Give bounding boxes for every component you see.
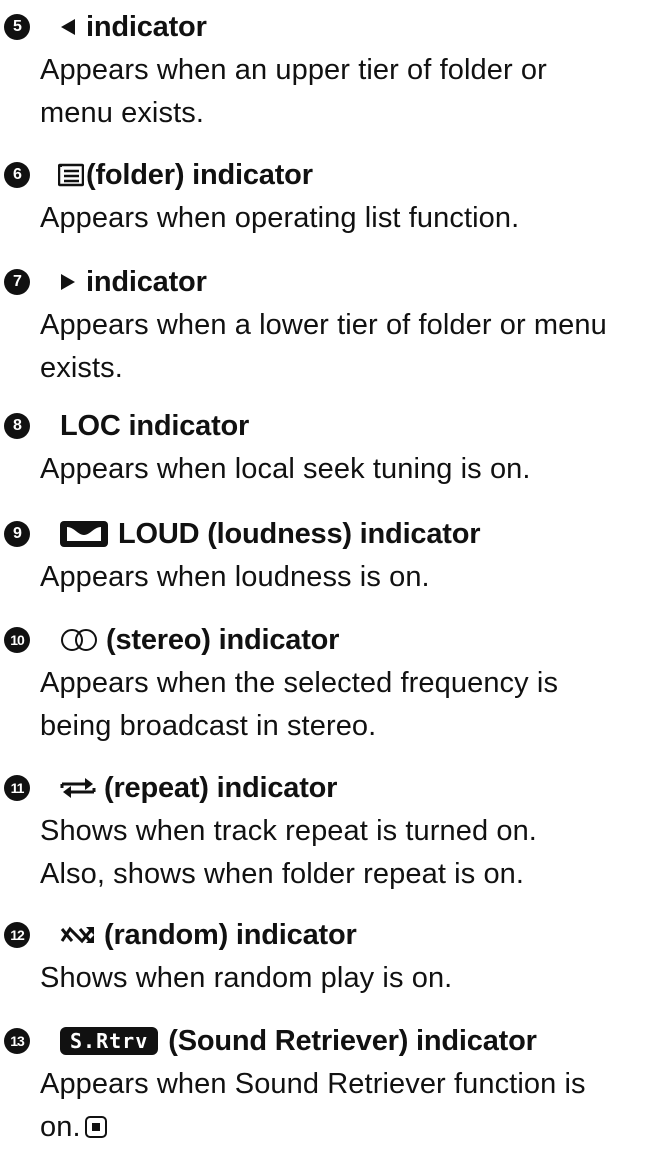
end-of-section-icon bbox=[84, 1116, 107, 1138]
heading-text: (random) indicator bbox=[104, 918, 357, 951]
right-triangle-icon bbox=[60, 273, 76, 291]
description-line: Appears when the selected frequency is bbox=[40, 667, 559, 699]
number-badge: 12 bbox=[4, 922, 30, 948]
heading-text: LOUD (loudness) indicator bbox=[118, 517, 481, 550]
entry-heading: 5 indicator bbox=[4, 9, 207, 45]
heading-text: LOC indicator bbox=[60, 409, 250, 442]
entry-heading: 7 indicator bbox=[4, 264, 207, 300]
description-line: exists. bbox=[40, 352, 123, 384]
entry-heading: 6 (folder) indicator bbox=[4, 157, 313, 193]
list-folder-icon bbox=[58, 163, 84, 187]
entry-heading: 11 (repeat) indicator bbox=[4, 770, 337, 806]
number-badge: 10 bbox=[4, 627, 30, 653]
loudness-icon bbox=[60, 521, 108, 547]
description: Appears when Sound Retriever function is… bbox=[40, 1063, 640, 1149]
description-line: Appears when a lower tier of folder or m… bbox=[40, 309, 607, 341]
entry-heading: 10 (stereo) indicator bbox=[4, 622, 339, 658]
description: Appears when an upper tier of folder or … bbox=[40, 49, 640, 135]
heading-text: indicator bbox=[86, 265, 207, 298]
description-line: on. bbox=[40, 1106, 640, 1149]
description: Appears when local seek tuning is on. bbox=[40, 448, 640, 491]
description: Shows when track repeat is turned on. Al… bbox=[40, 810, 640, 896]
number-badge: 13 bbox=[4, 1028, 30, 1054]
sound-retriever-icon: S.Rtrv bbox=[60, 1027, 159, 1055]
manual-page: 5 indicator Appears when an upper tier o… bbox=[0, 0, 645, 1143]
description-line: Appears when loudness is on. bbox=[40, 561, 430, 593]
entry-heading: 13 S.Rtrv (Sound Retriever) indicator bbox=[4, 1023, 537, 1059]
entry-heading: 8 LOC indicator bbox=[4, 408, 249, 444]
description-line-text: on. bbox=[40, 1111, 81, 1143]
description: Appears when the selected frequency is b… bbox=[40, 662, 640, 748]
description-line: Appears when operating list function. bbox=[40, 202, 520, 234]
description-line: Also, shows when folder repeat is on. bbox=[40, 858, 525, 890]
entry-heading: 9 LOUD (loudness) indicator bbox=[4, 516, 481, 552]
description-line: Shows when random play is on. bbox=[40, 962, 453, 994]
stereo-icon bbox=[60, 628, 98, 652]
left-triangle-icon bbox=[60, 18, 76, 36]
number-badge: 6 bbox=[4, 162, 30, 188]
description-line: Shows when track repeat is turned on. bbox=[40, 815, 537, 847]
description: Appears when a lower tier of folder or m… bbox=[40, 304, 640, 390]
description-line: Appears when local seek tuning is on. bbox=[40, 453, 531, 485]
description: Shows when random play is on. bbox=[40, 957, 640, 1000]
random-icon bbox=[60, 923, 96, 947]
heading-text: indicator bbox=[86, 10, 207, 43]
number-badge: 5 bbox=[4, 14, 30, 40]
description: Appears when operating list function. bbox=[40, 197, 640, 240]
description-line: menu exists. bbox=[40, 97, 204, 129]
heading-text: (stereo) indicator bbox=[106, 623, 340, 656]
number-badge: 8 bbox=[4, 413, 30, 439]
number-badge: 11 bbox=[4, 775, 30, 801]
number-badge: 7 bbox=[4, 269, 30, 295]
description: Appears when loudness is on. bbox=[40, 556, 640, 599]
number-badge: 9 bbox=[4, 521, 30, 547]
heading-text: (folder) indicator bbox=[86, 158, 313, 191]
heading-text: (Sound Retriever) indicator bbox=[168, 1024, 537, 1057]
description-line: being broadcast in stereo. bbox=[40, 710, 377, 742]
entry-heading: 12 (random) indicator bbox=[4, 917, 357, 953]
repeat-icon bbox=[60, 776, 96, 800]
description-line: Appears when an upper tier of folder or bbox=[40, 54, 547, 86]
heading-text: (repeat) indicator bbox=[104, 771, 338, 804]
description-line: Appears when Sound Retriever function is bbox=[40, 1068, 586, 1100]
